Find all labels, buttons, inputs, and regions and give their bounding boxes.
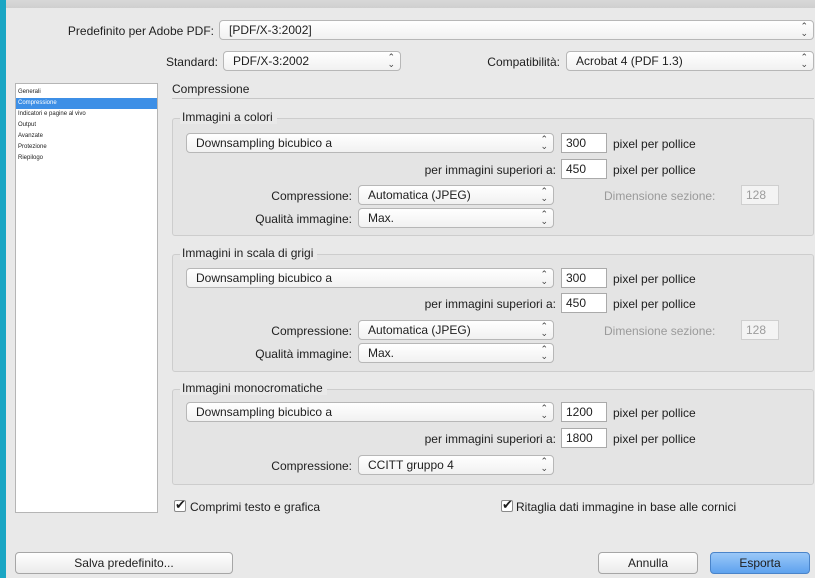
select-arrows-icon: ⌃ ⌄: [540, 134, 548, 151]
mono-ppi-input[interactable]: 1200: [561, 402, 607, 422]
color-sampling-select[interactable]: Downsampling bicubico a ⌃ ⌄: [186, 133, 554, 153]
gray-quality-select[interactable]: Max. ⌃ ⌄: [358, 343, 554, 363]
sidebar-item-avanzate[interactable]: Avanzate: [16, 131, 157, 142]
color-tile-label: Dimensione sezione:: [604, 189, 716, 203]
cancel-button[interactable]: Annulla: [598, 552, 698, 574]
mono-above-label: per immagini superiori a:: [424, 432, 556, 446]
crop-images-checkbox[interactable]: ✔: [501, 497, 513, 512]
color-above-input[interactable]: 450: [561, 159, 607, 179]
category-sidebar: Generali Compressione Indicatori e pagin…: [15, 83, 158, 513]
select-arrows-icon: ⌃ ⌄: [540, 321, 548, 338]
compat-value: Acrobat 4 (PDF 1.3): [576, 54, 683, 68]
gray-sampling-select[interactable]: Downsampling bicubico a ⌃ ⌄: [186, 268, 554, 288]
sidebar-item-riepilogo[interactable]: Riepilogo: [16, 153, 157, 164]
export-pdf-dialog: Predefinito per Adobe PDF: [PDF/X-3:2002…: [6, 0, 815, 578]
export-button[interactable]: Esporta: [710, 552, 810, 574]
color-ppi-input[interactable]: 300: [561, 133, 607, 153]
mono-compression-label: Compressione:: [271, 459, 352, 473]
mono-compression-value: CCITT gruppo 4: [368, 458, 454, 472]
gray-ppi-input[interactable]: 300: [561, 268, 607, 288]
mono-above-input[interactable]: 1800: [561, 428, 607, 448]
gray-quality-value: Max.: [368, 346, 395, 360]
color-above-label: per immagini superiori a:: [424, 163, 556, 177]
gray-tile-label: Dimensione sezione:: [604, 324, 716, 338]
standard-select[interactable]: PDF/X-3:2002 ⌃ ⌄: [223, 51, 401, 71]
select-arrows-icon: ⌃ ⌄: [540, 209, 548, 226]
select-arrows-icon: ⌃ ⌄: [800, 52, 808, 69]
gray-sampling-value: Downsampling bicubico a: [196, 271, 333, 285]
gray-compression-label: Compressione:: [271, 324, 352, 338]
select-arrows-icon: ⌃ ⌄: [800, 21, 808, 38]
mono-sampling-value: Downsampling bicubico a: [196, 405, 333, 419]
preset-value: [PDF/X-3:2002]: [229, 23, 312, 37]
sidebar-item-protezione[interactable]: Protezione: [16, 142, 157, 153]
preset-label: Predefinito per Adobe PDF:: [67, 24, 214, 38]
standard-label: Standard:: [165, 55, 218, 69]
checkmark-icon: ✔: [502, 497, 513, 512]
save-preset-button[interactable]: Salva predefinito...: [15, 552, 233, 574]
mono-compression-select[interactable]: CCITT gruppo 4 ⌃ ⌄: [358, 455, 554, 475]
color-sampling-value: Downsampling bicubico a: [196, 136, 333, 150]
select-arrows-icon: ⌃ ⌄: [387, 52, 395, 69]
color-quality-select[interactable]: Max. ⌃ ⌄: [358, 208, 554, 228]
sidebar-item-indicatori[interactable]: Indicatori e pagine al vivo: [16, 109, 157, 120]
mono-images-title: Immagini monocromatiche: [180, 381, 327, 395]
select-arrows-icon: ⌃ ⌄: [540, 186, 548, 203]
compress-text-label: Comprimi testo e grafica: [190, 500, 321, 514]
preset-select[interactable]: [PDF/X-3:2002] ⌃ ⌄: [219, 20, 814, 40]
sidebar-item-compressione[interactable]: Compressione: [16, 98, 157, 109]
color-compression-label: Compressione:: [271, 189, 352, 203]
gray-above-label: per immagini superiori a:: [424, 297, 556, 311]
crop-images-label: Ritaglia dati immagine in base alle corn…: [516, 500, 737, 514]
gray-ppi-unit: pixel per pollice: [613, 272, 696, 286]
gray-quality-label: Qualità immagine:: [255, 347, 352, 361]
select-arrows-icon: ⌃ ⌄: [540, 344, 548, 361]
color-above-unit: pixel per pollice: [613, 163, 696, 177]
sidebar-item-output[interactable]: Output: [16, 120, 157, 131]
compat-label: Compatibilità:: [487, 55, 560, 69]
gray-tile-input[interactable]: 128: [741, 320, 779, 340]
color-quality-label: Qualità immagine:: [255, 212, 352, 226]
title-bar: [6, 0, 815, 8]
gray-compression-select[interactable]: Automatica (JPEG) ⌃ ⌄: [358, 320, 554, 340]
gray-compression-value: Automatica (JPEG): [368, 323, 471, 337]
select-arrows-icon: ⌃ ⌄: [540, 403, 548, 420]
mono-ppi-unit: pixel per pollice: [613, 406, 696, 420]
select-arrows-icon: ⌃ ⌄: [540, 456, 548, 473]
mono-above-unit: pixel per pollice: [613, 432, 696, 446]
mono-sampling-select[interactable]: Downsampling bicubico a ⌃ ⌄: [186, 402, 554, 422]
gray-above-unit: pixel per pollice: [613, 297, 696, 311]
color-compression-value: Automatica (JPEG): [368, 188, 471, 202]
color-compression-select[interactable]: Automatica (JPEG) ⌃ ⌄: [358, 185, 554, 205]
color-images-title: Immagini a colori: [180, 110, 277, 124]
sidebar-item-generali[interactable]: Generali: [16, 87, 157, 98]
select-arrows-icon: ⌃ ⌄: [540, 269, 548, 286]
color-tile-input[interactable]: 128: [741, 185, 779, 205]
checkmark-icon: ✔: [175, 497, 186, 512]
section-divider: [172, 98, 814, 99]
compress-text-checkbox[interactable]: ✔: [174, 497, 186, 512]
standard-value: PDF/X-3:2002: [233, 54, 310, 68]
compat-select[interactable]: Acrobat 4 (PDF 1.3) ⌃ ⌄: [566, 51, 814, 71]
color-ppi-unit: pixel per pollice: [613, 137, 696, 151]
gray-images-title: Immagini in scala di grigi: [180, 246, 318, 260]
gray-above-input[interactable]: 450: [561, 293, 607, 313]
section-title: Compressione: [172, 82, 250, 96]
color-quality-value: Max.: [368, 211, 395, 225]
